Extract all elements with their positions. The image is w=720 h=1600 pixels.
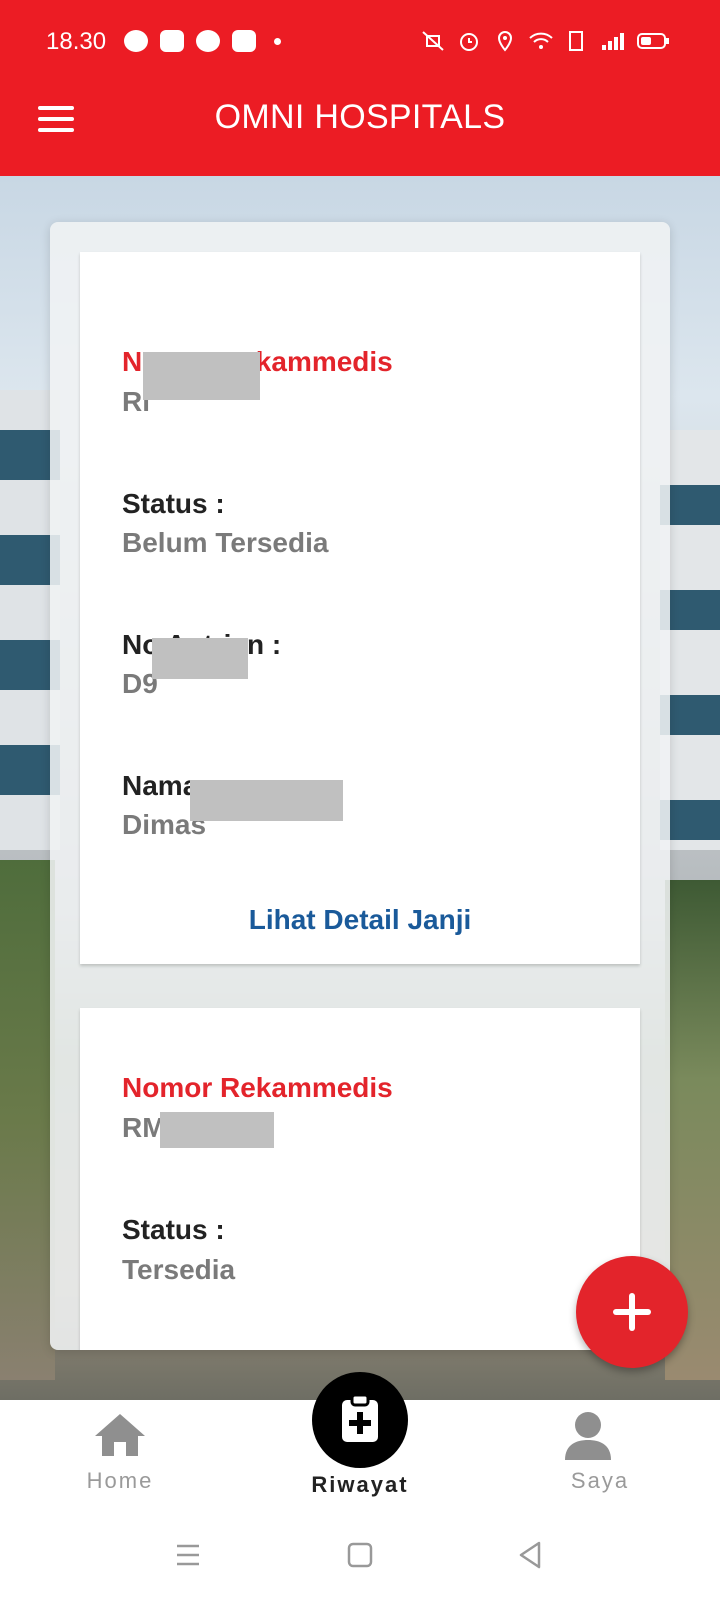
home-icon <box>95 1414 145 1456</box>
nav-riwayat-label: Riwayat <box>311 1472 409 1497</box>
nav-home[interactable]: Home <box>40 1400 200 1510</box>
more-notifications-icon <box>274 37 281 45</box>
notification-icons <box>124 30 281 52</box>
status-value: Tersedia <box>122 1254 236 1285</box>
add-appointment-button[interactable] <box>576 1256 688 1368</box>
status-value: Belum Tersedia <box>122 527 329 558</box>
status-time: 18.30 <box>46 28 107 55</box>
alarm-icon <box>460 33 478 51</box>
appointment-card[interactable]: Nomor Rekammedis Rl Status : Belum Terse… <box>80 252 640 964</box>
nav-riwayat-highlight <box>312 1372 408 1468</box>
location-icon <box>497 30 513 52</box>
system-navigation-bar <box>0 1510 720 1600</box>
chat-bubble-icon <box>196 30 220 52</box>
wifi-icon <box>529 32 553 49</box>
redacted-block <box>190 780 343 821</box>
redacted-block <box>160 1112 274 1148</box>
game-controller-icon <box>160 30 184 52</box>
status-label: Status : <box>122 1214 225 1245</box>
view-appointment-detail-link[interactable]: Lihat Detail Janji <box>80 904 640 936</box>
rm-value: RM <box>122 1112 166 1143</box>
app-title: OMNI HOSPITALS <box>214 98 506 136</box>
person-icon <box>565 1412 611 1460</box>
plus-icon-vertical <box>629 1293 635 1331</box>
rm-label: Nomor Rekammedis <box>122 1072 393 1103</box>
volte-icon <box>569 31 583 51</box>
clipboard-medical-icon <box>342 1394 378 1442</box>
battery-icon <box>637 33 669 49</box>
redacted-block <box>152 638 248 679</box>
nav-saya-label: Saya <box>570 1468 630 1493</box>
recents-icon[interactable] <box>163 1530 213 1580</box>
home-square-icon[interactable] <box>335 1530 385 1580</box>
signal-icon <box>602 33 624 50</box>
nav-riwayat[interactable]: Riwayat <box>300 1372 420 1512</box>
back-icon[interactable] <box>505 1530 555 1580</box>
facebook-icon <box>232 30 256 52</box>
redacted-block <box>143 352 260 400</box>
app-header: 18.30 OMNI HOSPITALS <box>0 0 720 176</box>
system-status-icons <box>420 30 670 52</box>
mute-vibrate-icon <box>422 31 444 51</box>
nav-saya[interactable]: Saya <box>520 1400 680 1510</box>
appointment-list[interactable]: Nomor Rekammedis Rl Status : Belum Terse… <box>50 222 670 1350</box>
background-trees-left <box>0 860 55 1380</box>
line-app-icon <box>124 30 148 52</box>
nav-home-label: Home <box>86 1468 154 1493</box>
appointment-card[interactable]: Nomor Rekammedis RM Status : Tersedia <box>80 1008 640 1350</box>
status-label: Status : <box>122 488 225 519</box>
